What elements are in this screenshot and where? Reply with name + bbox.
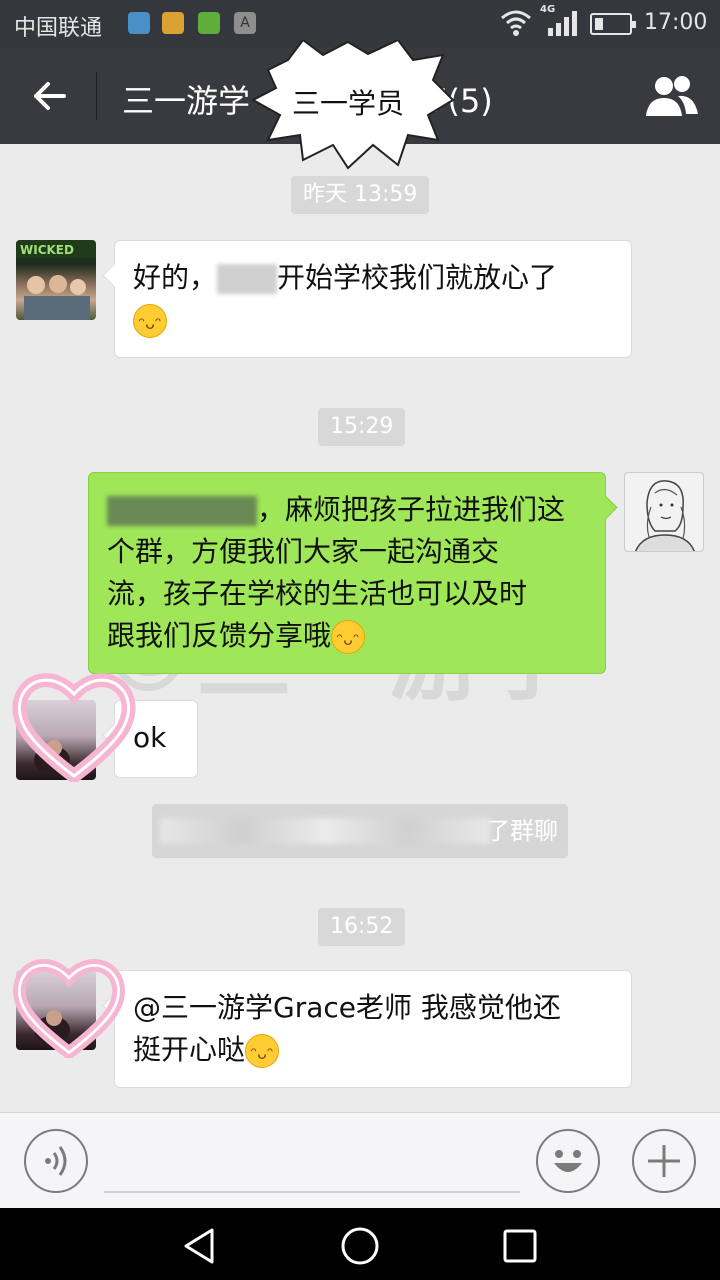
browser-notification-icon <box>128 12 150 34</box>
chat-title-prefix: 三一游学 <box>122 82 251 120</box>
back-triangle-icon[interactable] <box>180 1226 220 1266</box>
input-bar <box>0 1112 720 1208</box>
grin-emoji-icon <box>245 1033 280 1075</box>
heart-sticker-icon <box>13 959 125 1058</box>
carrier-name: 中国联通 <box>14 16 103 41</box>
header-divider <box>96 72 97 120</box>
group-members-icon[interactable] <box>642 74 700 118</box>
timestamp: 昨天 13:59 <box>291 176 430 214</box>
message-bubble[interactable]: ，麻烦把孩子拉进我们这 个群，方便我们大家一起沟通交 流，孩子在学校的生活也可以… <box>88 472 606 674</box>
message-text: 挺开心哒 <box>133 1033 246 1066</box>
redacted-text <box>217 264 278 294</box>
message-text: 跟我们反馈分享哦 <box>107 619 332 652</box>
system-message-text: 了群聊 <box>486 817 558 845</box>
message-text: 个群，方便我们大家一起沟通交 <box>107 535 500 568</box>
message-text: 好的， <box>133 261 218 294</box>
battery-icon <box>590 13 636 35</box>
svg-text:WICKED: WICKED <box>20 243 74 257</box>
wifi-icon <box>501 10 531 36</box>
message-bubble[interactable]: 好的， 开始学校我们就放心了 <box>114 240 632 358</box>
system-nav-bar <box>0 1208 720 1280</box>
keyboard-notification-icon: A <box>234 12 256 34</box>
my-avatar[interactable] <box>624 472 704 552</box>
avatar[interactable]: WICKED <box>16 240 96 320</box>
app-notification-icon <box>162 12 184 34</box>
group-photo-icon: WICKED <box>16 240 96 320</box>
system-message: 了群聊 <box>152 804 568 858</box>
home-circle-icon[interactable] <box>340 1226 380 1266</box>
timestamp: 16:52 <box>318 908 406 946</box>
message-text: ok <box>133 721 167 754</box>
timestamp: 15:29 <box>318 408 406 446</box>
heart-sticker-icon <box>12 673 136 782</box>
status-time: 17:00 <box>644 10 708 35</box>
message-text: 流，孩子在学校的生活也可以及时 <box>107 577 528 610</box>
sketch-portrait-icon <box>635 480 695 551</box>
signal-icon <box>548 11 577 36</box>
redacted-text <box>107 496 257 526</box>
back-arrow-icon[interactable] <box>30 76 70 116</box>
message-text: ，麻烦把孩子拉进我们这 <box>257 493 566 526</box>
voice-input-button[interactable] <box>24 1129 88 1193</box>
smiley-face-icon <box>554 1150 582 1172</box>
redacted-text <box>160 818 490 844</box>
plus-icon <box>648 1145 680 1177</box>
sticker-overlay: 三一学员 <box>248 38 458 170</box>
message-input[interactable] <box>104 1191 520 1193</box>
recents-square-icon[interactable] <box>502 1228 538 1264</box>
message-text: @三一游学Grace老师 我感觉他还 <box>133 991 561 1024</box>
emoji-button[interactable] <box>536 1129 600 1193</box>
security-notification-icon <box>198 12 220 34</box>
message-bubble[interactable]: @三一游学Grace老师 我感觉他还 挺开心哒 <box>114 970 632 1088</box>
smile-emoji-icon <box>331 619 366 661</box>
sticker-text: 三一学员 <box>292 87 405 120</box>
smile-emoji-icon <box>133 303 167 345</box>
message-text: 开始学校我们就放心了 <box>277 261 558 294</box>
voice-icon <box>45 1146 67 1176</box>
more-options-button[interactable] <box>632 1129 696 1193</box>
